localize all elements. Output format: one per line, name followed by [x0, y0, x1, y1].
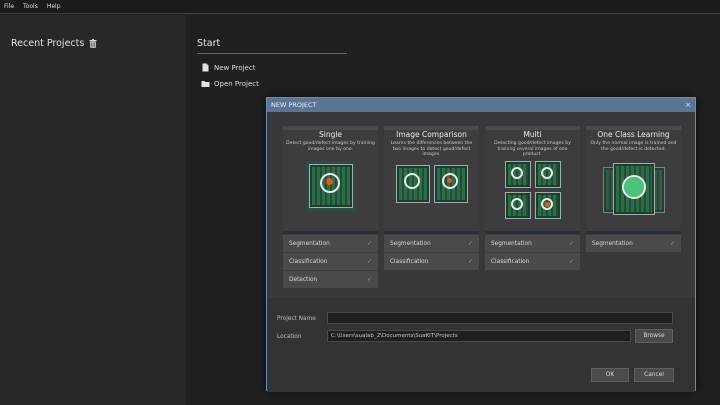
recent-projects-panel: Recent Projects	[0, 15, 187, 405]
project-type-card-one-class-learning[interactable]: One Class Learning Only the normal image…	[586, 126, 681, 252]
check-icon: ✓	[568, 240, 574, 247]
location-label: Location	[277, 334, 302, 340]
card-title: Multi	[523, 130, 542, 139]
start-title: Start	[197, 38, 221, 49]
check-icon: ✓	[366, 258, 372, 265]
project-settings-form: Project Name Location Browse OK Cancel	[267, 298, 695, 392]
check-icon: ✓	[366, 276, 372, 283]
dialog-title-bar: NEW PROJECT ×	[267, 98, 695, 112]
single-illustration-icon	[305, 161, 356, 211]
menu-file[interactable]: File	[4, 3, 14, 10]
trash-icon[interactable]	[89, 39, 97, 48]
menu-bar: File Tools Help	[0, 0, 720, 14]
feature-row: Segmentation ✓	[283, 234, 378, 252]
check-icon: ✓	[669, 240, 675, 247]
card-title: Single	[318, 130, 343, 139]
new-file-icon	[201, 63, 210, 72]
feature-row: Segmentation ✓	[586, 234, 681, 252]
start-underline	[197, 53, 347, 54]
project-type-card-multi[interactable]: Multi Detecting good/defect images by tr…	[485, 126, 580, 270]
card-description: Learns the differences between the two i…	[390, 141, 473, 158]
card-title: One Class Learning	[597, 130, 670, 139]
feature-row: Detection ✓	[283, 270, 378, 288]
project-name-input[interactable]	[327, 312, 673, 324]
open-project-link[interactable]: Open Project	[201, 79, 259, 88]
card-description: Only the normal image is trained and the…	[590, 141, 677, 152]
check-icon: ✓	[467, 240, 473, 247]
check-icon: ✓	[366, 240, 372, 247]
folder-icon	[201, 79, 210, 88]
project-name-label: Project Name	[277, 316, 316, 322]
multi-illustration-icon	[504, 161, 561, 219]
card-description: Detect good/defect images by training im…	[286, 141, 375, 152]
menu-tools[interactable]: Tools	[23, 3, 38, 10]
menu-help[interactable]: Help	[47, 3, 61, 10]
recent-projects-header: Recent Projects	[11, 38, 97, 49]
feature-row: Segmentation ✓	[485, 234, 580, 252]
new-project-link[interactable]: New Project	[201, 63, 255, 72]
one-class-illustration-icon	[602, 161, 665, 217]
project-type-area: Single Detect good/defect images by trai…	[267, 112, 695, 298]
check-icon: ✓	[467, 258, 473, 265]
recent-projects-title: Recent Projects	[11, 38, 85, 49]
feature-row: Classification ✓	[384, 252, 479, 270]
cancel-button[interactable]: Cancel	[634, 368, 674, 382]
feature-row: Classification ✓	[485, 252, 580, 270]
feature-row: Segmentation ✓	[384, 234, 479, 252]
project-type-card-single[interactable]: Single Detect good/defect images by trai…	[283, 126, 378, 288]
check-icon: ✓	[568, 258, 574, 265]
image-comparison-illustration-icon	[395, 161, 468, 207]
feature-row: Classification ✓	[283, 252, 378, 270]
open-project-label: Open Project	[214, 79, 259, 88]
location-input[interactable]	[327, 330, 631, 342]
new-project-dialog: NEW PROJECT × Single Detect good/defect …	[266, 97, 696, 392]
ok-button[interactable]: OK	[591, 368, 629, 382]
browse-button[interactable]: Browse	[635, 329, 673, 343]
dialog-title: NEW PROJECT	[271, 101, 317, 109]
card-title: Image Comparison	[396, 130, 467, 139]
close-icon[interactable]: ×	[685, 101, 691, 109]
new-project-label: New Project	[214, 63, 256, 72]
project-type-card-image-comparison[interactable]: Image Comparison Learns the differences …	[384, 126, 479, 270]
card-description: Detecting good/defect images by training…	[494, 141, 571, 158]
